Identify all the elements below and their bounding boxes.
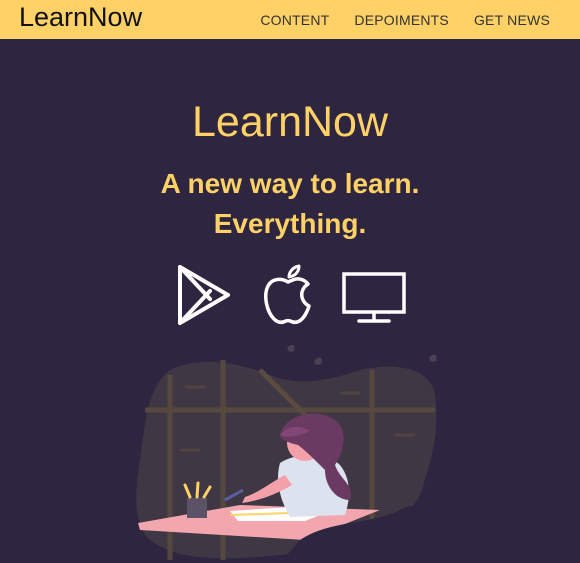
hero-title: LearnNow [192, 98, 388, 146]
google-play-icon [178, 265, 230, 325]
nav-link-depoiments[interactable]: DEPOIMENTS [354, 12, 449, 28]
hero-subtitle-line2: Everything. [213, 208, 367, 239]
student-illustration [136, 344, 450, 563]
desktop-monitor-icon [342, 272, 406, 323]
hero-subtitle: A new way to learn. Everything. [0, 164, 580, 244]
nav-links: CONTENT DEPOIMENTS GET NEWS [260, 0, 550, 39]
hero-subtitle-line1: A new way to learn. [160, 168, 420, 199]
google-play-link[interactable] [176, 264, 232, 326]
apple-icon [264, 264, 311, 325]
brand-logo[interactable]: LearnNow [19, 1, 142, 33]
navbar: LearnNow CONTENT DEPOIMENTS GET NEWS [0, 0, 580, 39]
platform-links [0, 264, 580, 328]
nav-link-content[interactable]: CONTENT [260, 12, 329, 28]
apple-link[interactable] [262, 264, 314, 326]
nav-link-get-news[interactable]: GET NEWS [474, 12, 550, 28]
desktop-link[interactable] [341, 264, 407, 326]
